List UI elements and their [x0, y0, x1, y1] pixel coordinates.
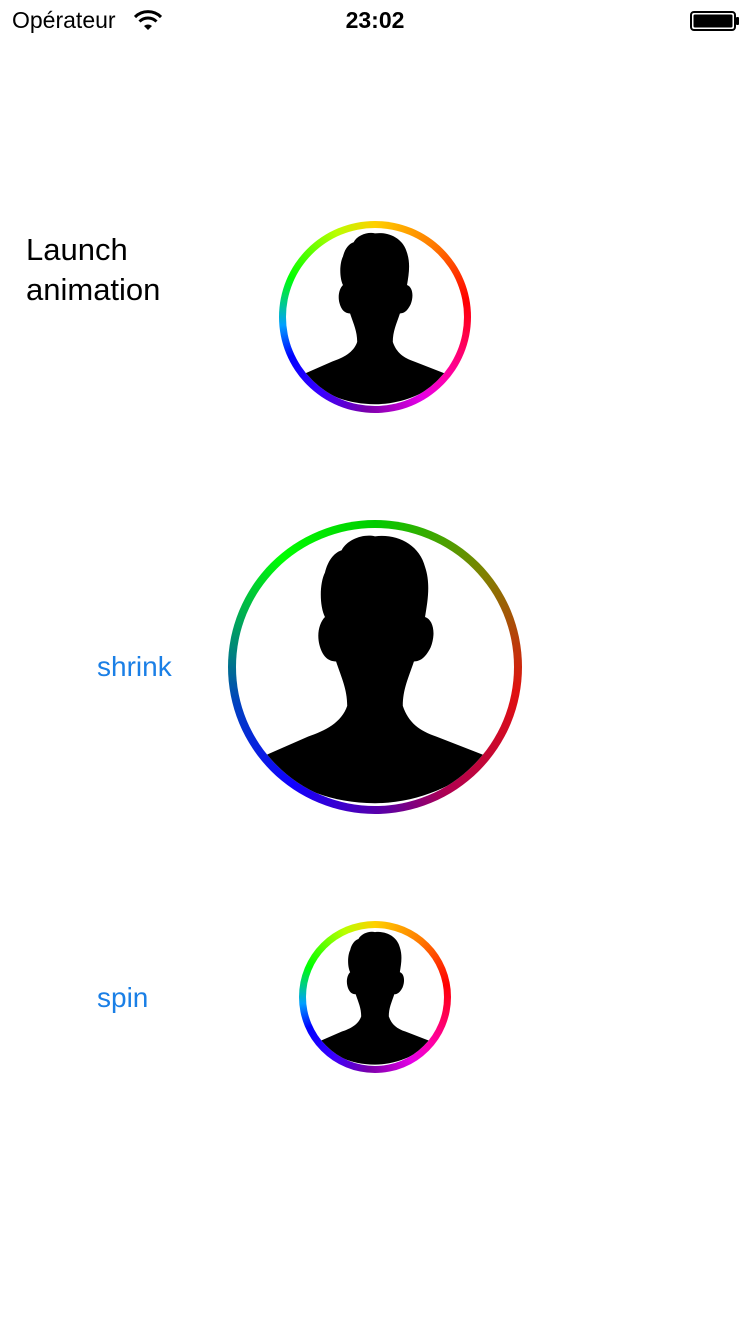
avatar-inner — [286, 228, 464, 406]
launch-animation-title: Launch animation — [26, 230, 226, 310]
avatar-inner — [306, 928, 444, 1066]
status-bar: Opérateur 23:02 — [0, 0, 750, 40]
avatar-launch[interactable] — [279, 221, 471, 413]
avatar-shrink[interactable] — [228, 520, 522, 814]
person-silhouette-icon — [319, 931, 431, 1065]
status-time: 23:02 — [345, 7, 405, 33]
battery-icon — [690, 11, 739, 31]
shrink-button[interactable]: shrink — [97, 651, 172, 683]
avatar-spin[interactable] — [299, 921, 451, 1073]
person-silhouette-icon — [303, 232, 447, 405]
title-line-1: Launch — [26, 232, 128, 267]
title-line-2: animation — [26, 272, 161, 307]
spin-button[interactable]: spin — [97, 982, 148, 1014]
avatar-inner — [236, 528, 514, 806]
person-silhouette-icon — [263, 535, 487, 804]
